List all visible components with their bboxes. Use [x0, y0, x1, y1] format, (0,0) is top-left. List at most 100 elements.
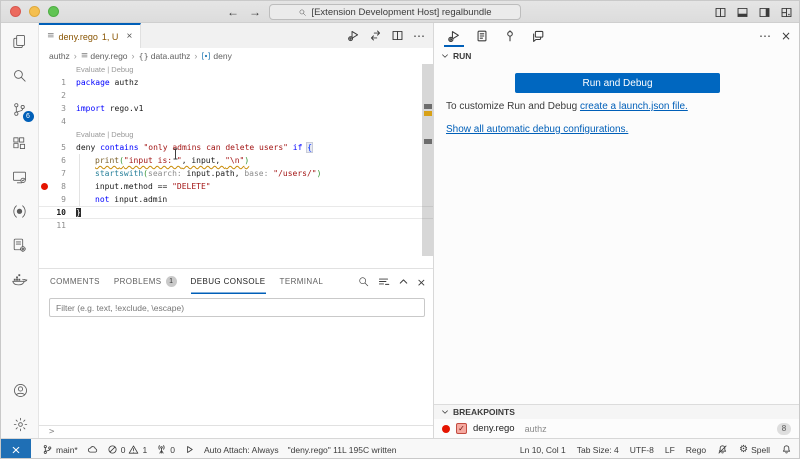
- spell-checker[interactable]: ⚙Spell: [739, 439, 770, 459]
- problems[interactable]: 01: [107, 439, 147, 459]
- breakpoints-section-header[interactable]: BREAKPOINTS: [434, 404, 800, 419]
- breadcrumb-item[interactable]: {}data.authz: [139, 51, 191, 61]
- code-line-11[interactable]: 11: [39, 219, 433, 232]
- customize-layout-icon[interactable]: [780, 6, 793, 19]
- debug-console-filter-input[interactable]: [49, 298, 425, 317]
- glyph-margin[interactable]: [39, 128, 50, 141]
- do-not-disturb[interactable]: [717, 439, 728, 459]
- code-line-10[interactable]: 10}: [39, 206, 433, 219]
- close-panel-icon[interactable]: ×: [781, 27, 791, 45]
- code-line-2[interactable]: 2: [39, 89, 433, 102]
- glyph-margin[interactable]: [39, 115, 50, 128]
- notifications-bell[interactable]: [781, 439, 792, 459]
- line-number[interactable]: 1: [50, 76, 66, 89]
- panel-close-icon[interactable]: ×: [417, 273, 426, 291]
- language-mode[interactable]: Rego: [686, 439, 706, 459]
- glyph-margin[interactable]: [39, 141, 50, 154]
- line-number[interactable]: 9: [50, 193, 66, 206]
- split-editor-icon[interactable]: [391, 29, 404, 42]
- git-branch[interactable]: main*: [42, 439, 78, 459]
- tab-close-icon[interactable]: ×: [126, 31, 132, 42]
- toggle-primary-sidebar-icon[interactable]: [714, 6, 727, 19]
- line-number[interactable]: 11: [50, 219, 66, 232]
- open-changes-icon[interactable]: [369, 29, 382, 42]
- code-line-4[interactable]: 4: [39, 115, 433, 128]
- plug-view-icon[interactable]: [500, 24, 520, 47]
- activity-bar-explorer[interactable]: [8, 29, 32, 53]
- panel-search-icon[interactable]: [357, 275, 370, 288]
- code-editor[interactable]: Evaluate | Debug 1package authz23import r…: [39, 63, 433, 268]
- editor-scrollbar[interactable]: [422, 63, 433, 268]
- line-number[interactable]: 5: [50, 141, 66, 154]
- toggle-secondary-sidebar-icon[interactable]: [758, 6, 771, 19]
- create-launch-json-link[interactable]: create a launch.json file.: [580, 101, 688, 112]
- panel-tab-terminal[interactable]: TERMINAL: [280, 269, 324, 294]
- glyph-margin[interactable]: [39, 89, 50, 102]
- toggle-panel-icon[interactable]: [736, 6, 749, 19]
- glyph-margin[interactable]: [39, 63, 50, 76]
- activity-bar-settings[interactable]: [8, 412, 32, 436]
- code-line-6[interactable]: 6print("input is: ", input, "\n"): [39, 154, 433, 167]
- indentation[interactable]: Tab Size: 4: [577, 439, 619, 459]
- codelens-evaluate-debug[interactable]: Evaluate | Debug: [76, 65, 133, 74]
- activity-bar-extensions[interactable]: [8, 131, 32, 155]
- glyph-margin[interactable]: [39, 154, 50, 167]
- breakpoint-list-item[interactable]: ✓ deny.rego authz 8: [434, 419, 800, 438]
- activity-bar-remote-explorer[interactable]: [8, 165, 32, 189]
- line-number[interactable]: [50, 128, 66, 141]
- code-line-1[interactable]: 1package authz: [39, 76, 433, 89]
- tab-deny-rego[interactable]: ≡ deny.rego 1, U ×: [39, 23, 141, 48]
- panel-tab-problems[interactable]: PROBLEMS 1: [114, 269, 177, 294]
- forwarded-ports[interactable]: 0: [156, 439, 175, 459]
- history-back-icon[interactable]: ←: [227, 5, 239, 19]
- breadcrumb-item[interactable]: deny: [201, 51, 231, 61]
- activity-bar-search[interactable]: [8, 63, 32, 87]
- line-number[interactable]: 2: [50, 89, 66, 102]
- code-line-7[interactable]: 7startswith(search: input.path, base: "/…: [39, 167, 433, 180]
- panel-filter-icon[interactable]: [377, 275, 390, 288]
- encoding[interactable]: UTF-8: [630, 439, 654, 459]
- history-forward-icon[interactable]: →: [249, 5, 261, 19]
- run-and-debug-view-icon[interactable]: [444, 24, 464, 47]
- activity-bar-run-configurations[interactable]: [8, 233, 32, 257]
- breakpoint-gutter-dot[interactable]: [39, 180, 50, 193]
- more-actions-icon[interactable]: ⋯: [413, 27, 425, 45]
- run-policy-icon[interactable]: [347, 29, 360, 42]
- debug-console-prompt[interactable]: >: [39, 425, 433, 438]
- show-debug-configurations-link[interactable]: Show all automatic debug configurations.: [446, 124, 628, 135]
- line-number[interactable]: 6: [50, 154, 66, 167]
- line-number[interactable]: 4: [50, 115, 66, 128]
- glyph-margin[interactable]: [39, 206, 50, 219]
- run-and-debug-button[interactable]: Run and Debug: [515, 73, 720, 93]
- line-number[interactable]: 7: [50, 167, 66, 180]
- line-number[interactable]: 3: [50, 102, 66, 115]
- output-view-icon[interactable]: [472, 24, 492, 47]
- activity-bar-accounts[interactable]: [8, 378, 32, 402]
- debug-status[interactable]: [184, 439, 195, 459]
- panel-collapse-icon[interactable]: [397, 275, 410, 288]
- remote-indicator[interactable]: [1, 439, 31, 459]
- glyph-margin[interactable]: [39, 219, 50, 232]
- code-line-5[interactable]: 5deny contains "only admins can delete u…: [39, 141, 433, 154]
- glyph-margin[interactable]: [39, 167, 50, 180]
- comments-view-icon[interactable]: [528, 24, 548, 47]
- code-line-9[interactable]: 9not input.admin: [39, 193, 433, 206]
- more-actions-icon[interactable]: ⋯: [759, 27, 771, 45]
- run-section-header[interactable]: RUN: [434, 48, 800, 64]
- code-line-8[interactable]: 8input.method == "DELETE": [39, 180, 433, 193]
- panel-tab-comments[interactable]: COMMENTS: [50, 269, 100, 294]
- breakpoint-enabled-checkbox[interactable]: ✓: [456, 423, 467, 434]
- eol[interactable]: LF: [665, 439, 675, 459]
- glyph-margin[interactable]: [39, 76, 50, 89]
- activity-bar-source-control[interactable]: 6: [8, 97, 32, 121]
- panel-tab-debug-console[interactable]: DEBUG CONSOLE: [191, 269, 266, 294]
- breadcrumb-item[interactable]: ≡deny.rego: [81, 50, 128, 61]
- line-number[interactable]: [50, 63, 66, 76]
- minimize-window-button[interactable]: [29, 6, 40, 17]
- line-number[interactable]: 8: [50, 180, 66, 193]
- codelens-evaluate-debug[interactable]: Evaluate | Debug: [76, 130, 133, 139]
- glyph-margin[interactable]: [39, 102, 50, 115]
- command-center-search[interactable]: [Extension Development Host] regalbundle: [269, 4, 521, 20]
- code-line[interactable]: Evaluate | Debug: [39, 63, 433, 76]
- code-line-3[interactable]: 3import rego.v1: [39, 102, 433, 115]
